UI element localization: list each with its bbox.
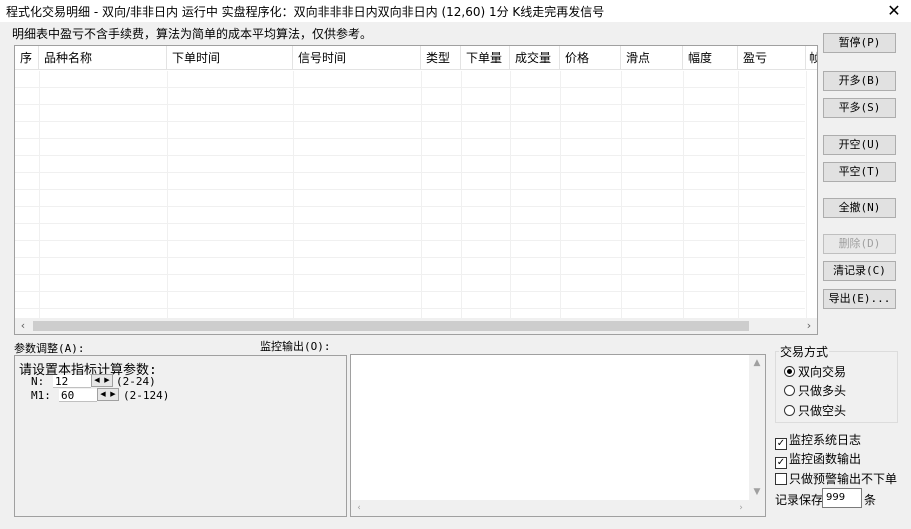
monitor-output-box[interactable]: ▲ ▼ ‹ › <box>350 354 766 517</box>
checkbox-alert-only[interactable]: 只做预警输出不下单 <box>775 470 897 487</box>
param-m1-input[interactable]: 60 <box>59 389 97 402</box>
pause-button[interactable]: 暂停(P) <box>823 33 896 53</box>
param-n-spinner[interactable]: ◀ ▶ <box>91 374 113 387</box>
close-long-button[interactable]: 平多(S) <box>823 98 896 118</box>
param-m1-label: M1: <box>31 389 51 402</box>
title-bar: 程式化交易明细 - 双向/非非日内 运行中 实盘程序化：双向非非非日内双向非日内… <box>0 0 911 22</box>
column-header-type[interactable]: 类型 <box>421 46 461 70</box>
record-keep-input[interactable]: 999 <box>822 488 862 508</box>
scrollbar-corner <box>749 500 765 516</box>
record-keep-label: 记录保存 <box>775 493 824 507</box>
notice-text: 明细表中盈亏不含手续费，算法为简单的成本平均算法，仅供参考。 <box>12 27 373 41</box>
export-button[interactable]: 导出(E)... <box>823 289 896 309</box>
radio-both-directions[interactable]: 双向交易 <box>784 363 846 380</box>
radio-long-only[interactable]: 只做多头 <box>784 382 846 399</box>
trade-detail-table: 序 品种名称 下单时间 信号时间 类型 下单量 成交量 价格 滑点 幅度 盈亏 … <box>14 45 818 335</box>
scroll-down-icon[interactable]: ▼ <box>749 484 765 500</box>
checkbox-monitor-function-output[interactable]: ✓ 监控函数输出 <box>775 450 861 469</box>
trade-mode-label: 交易方式 <box>779 343 830 360</box>
radio-selected-icon <box>784 366 795 377</box>
monitor-vertical-scrollbar[interactable]: ▲ ▼ <box>749 355 765 500</box>
scroll-left-icon[interactable]: ‹ <box>15 318 31 334</box>
window-title: 程式化交易明细 - 双向/非非日内 运行中 实盘程序化：双向非非非日内双向非日内… <box>6 5 605 19</box>
spin-left-icon[interactable]: ◀ <box>98 389 108 400</box>
spin-right-icon[interactable]: ▶ <box>108 389 118 400</box>
close-short-button[interactable]: 平空(T) <box>823 162 896 182</box>
scroll-right-icon[interactable]: › <box>801 318 817 334</box>
column-header-extra[interactable]: 帧 <box>806 46 817 70</box>
column-header-index[interactable]: 序 <box>15 46 39 70</box>
cancel-all-button[interactable]: 全撤(N) <box>823 198 896 218</box>
open-short-button[interactable]: 开空(U) <box>823 135 896 155</box>
param-n-range: (2-24) <box>116 375 156 388</box>
delete-button[interactable]: 删除(D) <box>823 234 896 254</box>
param-m1-spinner[interactable]: ◀ ▶ <box>97 388 119 401</box>
checkbox-checked-icon: ✓ <box>775 457 787 469</box>
radio-icon <box>784 385 795 396</box>
scroll-right-icon[interactable]: › <box>733 500 749 516</box>
table-body <box>15 71 817 318</box>
column-header-order-qty[interactable]: 下单量 <box>461 46 510 70</box>
column-header-filled-qty[interactable]: 成交量 <box>510 46 560 70</box>
table-horizontal-scrollbar[interactable]: ‹ › <box>15 318 817 334</box>
column-header-amplitude[interactable]: 幅度 <box>683 46 738 70</box>
param-n-input[interactable]: 12 <box>53 375 91 388</box>
params-panel: 请设置本指标计算参数: N: 12 ◀ ▶ (2-24) M1: 60 ◀ ▶ … <box>14 355 347 517</box>
column-header-price[interactable]: 价格 <box>560 46 621 70</box>
column-header-signal-time[interactable]: 信号时间 <box>293 46 421 70</box>
record-keep-unit: 条 <box>864 493 877 507</box>
checkbox-checked-icon: ✓ <box>775 438 787 450</box>
param-m1-range: (2-124) <box>123 389 170 402</box>
param-n-label: N: <box>31 375 45 388</box>
scroll-left-icon[interactable]: ‹ <box>351 500 367 516</box>
column-header-pnl[interactable]: 盈亏 <box>738 46 806 70</box>
monitor-output-label: 监控输出(O): <box>260 340 331 353</box>
params-label: 参数调整(A): <box>14 342 85 355</box>
radio-icon <box>784 405 795 416</box>
checkbox-monitor-system-log[interactable]: ✓ 监控系统日志 <box>775 431 861 450</box>
clear-records-button[interactable]: 清记录(C) <box>823 261 896 281</box>
spin-left-icon[interactable]: ◀ <box>92 375 102 386</box>
table-header: 序 品种名称 下单时间 信号时间 类型 下单量 成交量 价格 滑点 幅度 盈亏 … <box>15 46 817 70</box>
monitor-horizontal-scrollbar[interactable]: ‹ › <box>351 500 749 516</box>
spin-right-icon[interactable]: ▶ <box>102 375 112 386</box>
column-header-symbol[interactable]: 品种名称 <box>39 46 167 70</box>
close-icon[interactable]: ✕ <box>884 1 904 21</box>
column-header-order-time[interactable]: 下单时间 <box>167 46 293 70</box>
checkbox-icon <box>775 473 787 485</box>
scroll-up-icon[interactable]: ▲ <box>749 355 765 371</box>
open-long-button[interactable]: 开多(B) <box>823 71 896 91</box>
trade-mode-group: 双向交易 只做多头 只做空头 <box>775 351 898 423</box>
scrollbar-thumb[interactable] <box>33 321 749 331</box>
column-header-slippage[interactable]: 滑点 <box>621 46 683 70</box>
radio-short-only[interactable]: 只做空头 <box>784 402 846 419</box>
